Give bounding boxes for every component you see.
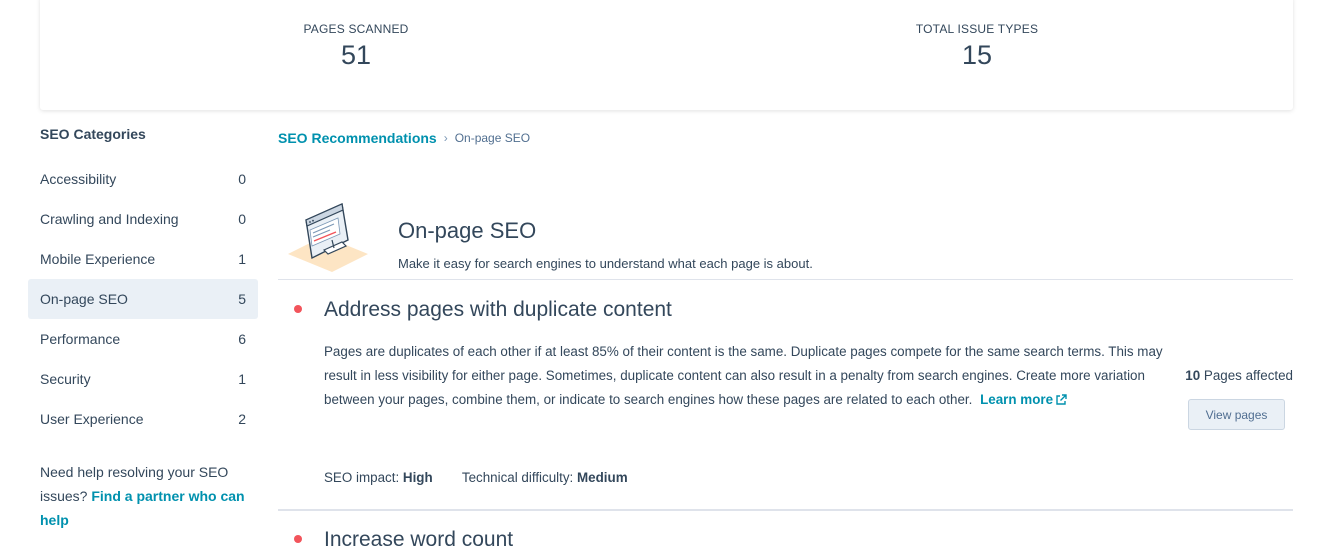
breadcrumb-seo-recommendations-link[interactable]: SEO Recommendations bbox=[278, 130, 437, 146]
category-description: Make it easy for search engines to under… bbox=[398, 256, 813, 271]
sidebar-item-count: 1 bbox=[238, 371, 246, 387]
stats-card: PAGES SCANNED 51 TOTAL ISSUE TYPES 15 bbox=[40, 0, 1293, 110]
learn-more-link[interactable]: Learn more bbox=[980, 392, 1067, 407]
issue-types-stat: TOTAL ISSUE TYPES 15 bbox=[857, 22, 1097, 71]
sidebar-item-label: Performance bbox=[40, 331, 121, 347]
issue-title: Increase word count bbox=[324, 528, 514, 551]
seo-impact-label: SEO impact: bbox=[324, 470, 400, 485]
technical-difficulty-label: Technical difficulty: bbox=[461, 470, 574, 485]
sidebar-item-label: Mobile Experience bbox=[40, 251, 156, 267]
pages-affected: 10 Pages affected bbox=[1185, 368, 1293, 383]
issue-card: Increase word count bbox=[278, 510, 1293, 551]
issue-types-label: TOTAL ISSUE TYPES bbox=[915, 22, 1039, 36]
sidebar-item-count: 2 bbox=[238, 411, 246, 427]
main-content: SEO Recommendations › On-page SEO On-pag… bbox=[278, 126, 1293, 551]
sidebar-item-mobile-experience[interactable]: Mobile Experience 1 bbox=[28, 239, 258, 279]
pages-scanned-label: PAGES SCANNED bbox=[303, 22, 409, 36]
browser-window-illustration bbox=[288, 202, 368, 272]
issue-types-value: 15 bbox=[961, 40, 993, 70]
sidebar-item-user-experience[interactable]: User Experience 2 bbox=[28, 399, 258, 439]
sidebar-item-accessibility[interactable]: Accessibility 0 bbox=[28, 159, 258, 199]
breadcrumb-separator: › bbox=[443, 131, 448, 145]
category-list: Accessibility 0 Crawling and Indexing 0 … bbox=[28, 159, 258, 439]
sidebar-item-count: 1 bbox=[238, 251, 246, 267]
issue-description: Pages are duplicates of each other if at… bbox=[324, 340, 1164, 412]
category-header: On-page SEO Make it easy for search engi… bbox=[278, 150, 1293, 280]
sidebar-item-count: 6 bbox=[238, 331, 246, 347]
help-text: Need help resolving your SEO issues? Fin… bbox=[28, 460, 248, 532]
severity-dot-icon bbox=[294, 305, 302, 313]
issue-title: Address pages with duplicate content bbox=[324, 298, 672, 321]
sidebar-item-count: 0 bbox=[238, 211, 246, 227]
sidebar-item-security[interactable]: Security 1 bbox=[28, 359, 258, 399]
sidebar-item-label: Security bbox=[40, 371, 91, 387]
sidebar-item-label: Accessibility bbox=[40, 171, 117, 187]
external-link-icon bbox=[1056, 394, 1067, 405]
category-title: On-page SEO bbox=[398, 218, 537, 243]
issue-card: Address pages with duplicate content Pag… bbox=[278, 280, 1293, 510]
sidebar-item-crawling-indexing[interactable]: Crawling and Indexing 0 bbox=[28, 199, 258, 239]
severity-dot-icon bbox=[294, 535, 302, 543]
pages-scanned-stat: PAGES SCANNED 51 bbox=[236, 22, 476, 71]
sidebar-item-count: 0 bbox=[238, 171, 246, 187]
issue-impact-row: SEO impact: High Technical difficulty: M… bbox=[324, 470, 628, 485]
seo-categories-sidebar: SEO Categories Accessibility 0 Crawling … bbox=[28, 126, 258, 532]
pages-affected-label: Pages affected bbox=[1203, 368, 1293, 383]
view-pages-button[interactable]: View pages bbox=[1188, 399, 1285, 430]
breadcrumb: SEO Recommendations › On-page SEO bbox=[278, 126, 1293, 150]
pages-scanned-value: 51 bbox=[340, 40, 372, 70]
pages-affected-count: 10 bbox=[1185, 368, 1201, 383]
sidebar-item-label: Crawling and Indexing bbox=[40, 211, 179, 227]
sidebar-item-on-page-seo[interactable]: On-page SEO 5 bbox=[28, 279, 258, 319]
sidebar-item-label: On-page SEO bbox=[40, 291, 128, 307]
learn-more-label: Learn more bbox=[980, 392, 1054, 407]
breadcrumb-current: On-page SEO bbox=[454, 131, 531, 145]
sidebar-item-count: 5 bbox=[238, 291, 246, 307]
technical-difficulty-value: Medium bbox=[577, 470, 628, 485]
sidebar-title: SEO Categories bbox=[40, 126, 146, 142]
sidebar-item-performance[interactable]: Performance 6 bbox=[28, 319, 258, 359]
seo-impact-value: High bbox=[402, 470, 433, 485]
sidebar-item-label: User Experience bbox=[40, 411, 144, 427]
